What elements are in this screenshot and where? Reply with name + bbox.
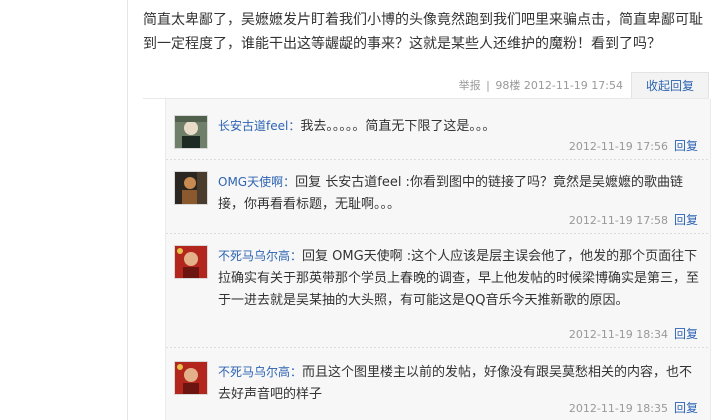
reply-text: 我去。。。。。简直无下限了这是。。。 [300, 119, 496, 134]
reply-time: 2012-11-19 18:34 [568, 328, 668, 341]
reply-content: OMG天使啊：回复 长安古道feel :你看到图中的链接了吗？竟然是吴嬷嬷的歌曲… [218, 171, 702, 216]
reply-button[interactable]: 回复 [674, 327, 698, 341]
reply-author-link[interactable]: 长安古道feel： [218, 119, 300, 133]
reply-button[interactable]: 回复 [674, 213, 698, 227]
reply-author-link[interactable]: 不死马乌尔高： [218, 365, 302, 379]
column-divider [127, 0, 128, 420]
reply-footer: 2012-11-19 18:35 回复 [569, 399, 698, 416]
post-tail-bar: 举报 | 98楼 2012-11-19 17:54 收起回复 [143, 72, 709, 99]
reply-time: 2012-11-19 17:56 [568, 140, 668, 153]
reply-button[interactable]: 回复 [674, 401, 698, 415]
user-avatar[interactable] [174, 361, 208, 395]
reply-button[interactable]: 回复 [674, 139, 698, 153]
meta-separator: | [486, 79, 490, 92]
collapse-replies-button[interactable]: 收起回复 [631, 72, 709, 98]
report-link[interactable]: 举报 [459, 79, 481, 92]
reply-time: 2012-11-19 18:35 [568, 402, 668, 415]
reply-content: 长安古道feel：我去。。。。。简直无下限了这是。。。 [218, 115, 702, 138]
post-content: 简直太卑鄙了，吴嬷嬷发片盯着我们小博的头像竟然跑到我们吧里来骗点击，简直卑鄙可耻… [143, 12, 703, 52]
post-time: 2012-11-19 17:54 [523, 79, 623, 92]
user-avatar[interactable] [174, 245, 208, 279]
reply-footer: 2012-11-19 17:58 回复 [569, 211, 698, 228]
floor-number: 98楼 [495, 79, 521, 92]
post-meta: 举报 | 98楼 2012-11-19 17:54 [459, 77, 623, 93]
reply-footer: 2012-11-19 18:34 回复 [569, 325, 698, 342]
reply-divider [166, 233, 710, 234]
reply-divider [166, 347, 710, 348]
user-avatar[interactable] [174, 115, 208, 149]
reply-author-link[interactable]: OMG天使啊： [218, 175, 295, 189]
user-avatar[interactable] [174, 171, 208, 205]
reply-time: 2012-11-19 17:58 [568, 214, 668, 227]
reply-author-link[interactable]: 不死马乌尔高： [218, 249, 302, 263]
reply-content: 不死马乌尔高：回复 OMG天使啊 :这个人应该是层主误会他了，他发的那个页面往下… [218, 245, 702, 312]
reply-divider [166, 159, 710, 160]
post-floor: 简直太卑鄙了，吴嬷嬷发片盯着我们小博的头像竟然跑到我们吧里来骗点击，简直卑鄙可耻… [0, 0, 723, 420]
reply-footer: 2012-11-19 17:56 回复 [569, 137, 698, 154]
reply-list: 长安古道feel：我去。。。。。简直无下限了这是。。。 2012-11-19 1… [165, 99, 711, 420]
